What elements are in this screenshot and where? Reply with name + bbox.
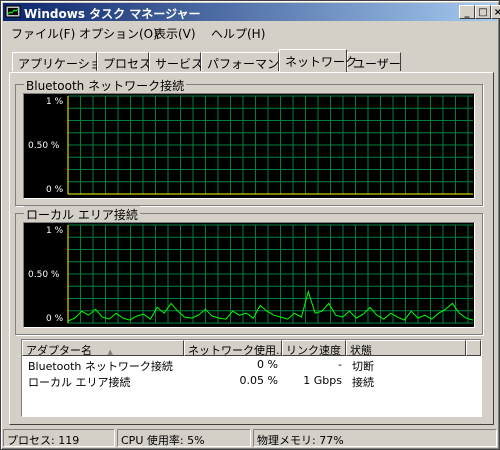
- tab-services[interactable]: サービス: [149, 52, 203, 71]
- adapter-list[interactable]: アダプター名 ▲ ネットワーク使用... リンク速度 状態 Bluetooth …: [21, 339, 482, 417]
- cell-state: 切断: [352, 360, 374, 373]
- title-bar[interactable]: Windows タスク マネージャー _ □ ×: [3, 3, 500, 21]
- column-header-filler: [466, 340, 481, 356]
- maximize-button[interactable]: □: [475, 5, 491, 19]
- status-memory: 物理メモリ: 77%: [253, 429, 497, 447]
- column-header-usage[interactable]: ネットワーク使用...: [184, 340, 282, 356]
- cell-usage: 0 %: [257, 358, 278, 371]
- task-manager-app-icon: [5, 5, 21, 18]
- chart-svg-bluetooth: [67, 95, 473, 195]
- sort-ascending-icon: ▲: [107, 348, 113, 356]
- status-processes: プロセス: 119: [3, 429, 115, 447]
- column-header-adapter[interactable]: アダプター名 ▲: [22, 340, 184, 356]
- cell-link-speed: -: [338, 358, 342, 371]
- graph-label-lan: ローカル エリア接続: [24, 206, 140, 223]
- table-row[interactable]: ローカル エリア接続 0.05 % 1 Gbps 接続: [22, 373, 481, 389]
- column-header-label: アダプター名: [26, 344, 92, 356]
- cell-usage: 0.05 %: [239, 374, 278, 387]
- chart-bluetooth: 1 % 0.50 % 0 %: [23, 93, 475, 199]
- graph-label-bluetooth: Bluetooth ネットワーク接続: [24, 77, 187, 94]
- tab-processes[interactable]: プロセス: [97, 52, 151, 71]
- table-row[interactable]: Bluetooth ネットワーク接続 0 % - 切断: [22, 357, 481, 373]
- tab-strip: アプリケーション プロセス サービス パフォーマンス ネットワーク ユーザー: [1, 49, 500, 73]
- menu-view[interactable]: 表示(V): [154, 25, 196, 42]
- menu-options[interactable]: オプション(O): [79, 25, 158, 42]
- column-header-link-speed[interactable]: リンク速度: [282, 340, 346, 356]
- menu-bar: ファイル(F) オプション(O) 表示(V) ヘルプ(H): [3, 22, 497, 42]
- list-header: アダプター名 ▲ ネットワーク使用... リンク速度 状態: [22, 340, 481, 356]
- menu-file[interactable]: ファイル(F): [11, 25, 75, 42]
- tab-applications[interactable]: アプリケーション: [12, 52, 114, 71]
- graph-group-lan: ローカル エリア接続 1 % 0.50 % 0 %: [15, 206, 483, 335]
- tab-performance[interactable]: パフォーマンス: [201, 52, 291, 71]
- status-cpu-usage: CPU 使用率: 5%: [117, 429, 251, 447]
- chart-svg-lan: [67, 224, 474, 324]
- minimize-button[interactable]: _: [459, 5, 475, 19]
- window-title: Windows タスク マネージャー: [24, 7, 201, 21]
- chart-lan: 1 % 0.50 % 0 %: [23, 222, 475, 328]
- menu-help[interactable]: ヘルプ(H): [211, 25, 265, 42]
- column-header-state[interactable]: 状態: [346, 340, 466, 356]
- graph-group-bluetooth: Bluetooth ネットワーク接続 1 % 0.50 % 0 %: [15, 77, 483, 206]
- tab-networking[interactable]: ネットワーク: [279, 49, 357, 72]
- task-manager-window: Windows タスク マネージャー _ □ × ファイル(F) オプション(O…: [0, 0, 500, 450]
- cell-link-speed: 1 Gbps: [303, 374, 342, 387]
- series-line: [67, 289, 474, 322]
- status-bar: プロセス: 119 CPU 使用率: 5% 物理メモリ: 77%: [3, 429, 497, 447]
- cell-state: 接続: [352, 376, 374, 389]
- cell-adapter-name: ローカル エリア接続: [28, 376, 131, 389]
- cell-adapter-name: Bluetooth ネットワーク接続: [28, 360, 173, 373]
- close-button[interactable]: ×: [491, 5, 500, 19]
